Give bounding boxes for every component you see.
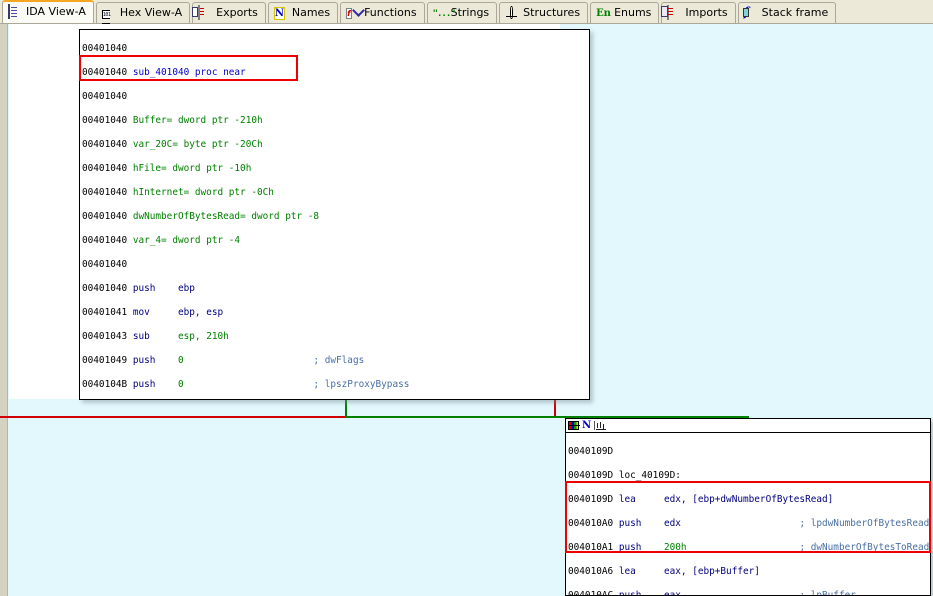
- code-line: 0040109D: [568, 446, 614, 457]
- comment: ; lpszProxyBypass: [313, 379, 410, 390]
- code-block-header: N: [566, 419, 930, 433]
- tab-label: Enums: [614, 6, 652, 19]
- mnemonic: mov: [132, 307, 178, 318]
- code-line: 00401040: [82, 43, 128, 54]
- variable-definition: hFile= dword ptr -10h: [132, 163, 252, 174]
- tab-strings[interactable]: "..." Strings: [426, 2, 498, 23]
- code-line: 004010A1 push 200h ; dwNumberOfBytesToRe…: [568, 542, 930, 553]
- proc-declaration: sub_401040 proc near: [132, 67, 246, 78]
- document-icon: [8, 4, 22, 19]
- code-line: 00401040 push ebp: [82, 283, 314, 294]
- tab-label: Structures: [523, 6, 581, 19]
- mnemonic: push: [618, 518, 664, 529]
- names-icon: N: [273, 7, 286, 20]
- code-line: 00401041 mov ebp, esp: [82, 307, 314, 318]
- strings-icon: "...": [432, 9, 456, 19]
- code-line: 0040104B push 0 ; lpszProxyBypass: [82, 379, 410, 390]
- code-label: loc_40109D:: [618, 470, 681, 481]
- variable-definition: var_4= dword ptr -4: [132, 235, 241, 246]
- tab-label: Functions: [364, 6, 417, 19]
- operands: eax: [663, 590, 800, 596]
- tab-label: Stack frame: [761, 6, 829, 19]
- operands: 200h: [663, 542, 800, 553]
- operands: ebp, esp: [177, 307, 314, 318]
- exports-icon: [198, 5, 212, 20]
- left-gutter: [0, 24, 8, 596]
- code-line: 00401040 var_20C= byte ptr -20Ch: [82, 139, 263, 150]
- code-line: 00401040 hInternet= dword ptr -0Ch: [82, 187, 274, 198]
- code-block-lines: 0040109D 0040109D loc_40109D: 0040109D l…: [566, 433, 930, 596]
- variable-definition: Buffer= dword ptr -210h: [132, 115, 263, 126]
- tab-structures[interactable]: Structures: [499, 2, 589, 23]
- graph-overview-icon: [568, 421, 580, 430]
- structures-icon: [505, 6, 519, 20]
- code-line: 00401040: [82, 91, 128, 102]
- names-icon: N: [582, 419, 592, 431]
- tab-enums[interactable]: En Enums: [590, 2, 660, 23]
- code-line: 00401040 Buffer= dword ptr -210h: [82, 115, 263, 126]
- code-line: 00401040 var_4= dword ptr -4: [82, 235, 241, 246]
- hex-view-icon: 101011: [101, 6, 116, 32]
- imports-icon: [667, 5, 681, 20]
- mnemonic: lea: [618, 494, 664, 505]
- tab-exports[interactable]: Exports: [192, 2, 266, 23]
- tab-label: Imports: [685, 6, 728, 19]
- mnemonic: push: [132, 283, 178, 294]
- code-line: 0040109D lea edx, [ebp+dwNumberOfBytesRe…: [568, 494, 834, 505]
- mnemonic: push: [132, 379, 178, 390]
- code-line: 00401040: [82, 259, 128, 270]
- disassembly-graph-canvas[interactable]: 00401040 00401040 sub_401040 proc near 0…: [0, 24, 933, 596]
- mnemonic: push: [618, 542, 664, 553]
- operands: edx, [ebp+dwNumberOfBytesRead]: [663, 494, 834, 505]
- mnemonic: lea: [618, 566, 664, 577]
- mnemonic: push: [132, 355, 178, 366]
- functions-icon: f: [346, 8, 352, 19]
- tab-label: Hex View-A: [119, 6, 183, 19]
- tab-label: Names: [291, 6, 331, 19]
- tab-label: IDA View-A: [26, 5, 86, 18]
- mnemonic: push: [618, 590, 664, 596]
- tab-ida-view-a[interactable]: IDA View-A: [2, 0, 94, 23]
- code-block-loc-40109D[interactable]: N 0040109D 0040109D loc_40109D: 0040109D…: [565, 418, 931, 596]
- tab-hex-view-a[interactable]: 101011 Hex View-A: [95, 2, 191, 32]
- variable-definition: var_20C= byte ptr -20Ch: [132, 139, 263, 150]
- code-block-sub-401040[interactable]: 00401040 00401040 sub_401040 proc near 0…: [79, 29, 590, 400]
- operands: ebp: [177, 283, 314, 294]
- comment: ; lpdwNumberOfBytesRead: [799, 518, 930, 529]
- comment: ; dwNumberOfBytesToRead: [799, 542, 930, 553]
- tab-label: Strings: [450, 6, 490, 19]
- code-line: 00401049 push 0 ; dwFlags: [82, 355, 365, 366]
- tab-label: Exports: [216, 6, 258, 19]
- chart-icon: [594, 421, 607, 430]
- code-line: 004010A6 lea eax, [ebp+Buffer]: [568, 566, 800, 577]
- operands: 0: [177, 379, 314, 390]
- tab-functions[interactable]: f Functions: [340, 2, 425, 23]
- code-block-lines: 00401040 00401040 sub_401040 proc near 0…: [80, 30, 589, 399]
- view-tab-bar[interactable]: IDA View-A 101011 Hex View-A Exports N N…: [0, 0, 933, 32]
- stack-frame-icon: f: [743, 5, 749, 19]
- code-line: 00401040 sub_401040 proc near: [82, 67, 246, 78]
- comment: ; dwFlags: [313, 355, 365, 366]
- operands: edx: [663, 518, 800, 529]
- code-line: 00401040 hFile= dword ptr -10h: [82, 163, 252, 174]
- mnemonic: sub: [132, 331, 178, 342]
- operands: esp, 210h: [177, 331, 314, 342]
- enums-icon: En: [596, 8, 611, 19]
- code-line: 0040109D loc_40109D:: [568, 470, 681, 481]
- variable-definition: hInternet= dword ptr -0Ch: [132, 187, 274, 198]
- code-line: 00401040 dwNumberOfBytesRead= dword ptr …: [82, 211, 320, 222]
- variable-definition: dwNumberOfBytesRead= dword ptr -8: [132, 211, 320, 222]
- code-line: 00401043 sub esp, 210h: [82, 331, 314, 342]
- tab-imports[interactable]: Imports: [661, 2, 736, 23]
- code-line: 004010A0 push edx ; lpdwNumberOfBytesRea…: [568, 518, 930, 529]
- tab-names[interactable]: N Names: [267, 2, 339, 23]
- code-line: 004010AC push eax ; lpBuffer: [568, 590, 930, 596]
- operands: eax, [ebp+Buffer]: [663, 566, 800, 577]
- operands: 0: [177, 355, 314, 366]
- comment: ; lpBuffer: [799, 590, 856, 596]
- tab-stack-frame[interactable]: f Stack frame: [737, 2, 837, 23]
